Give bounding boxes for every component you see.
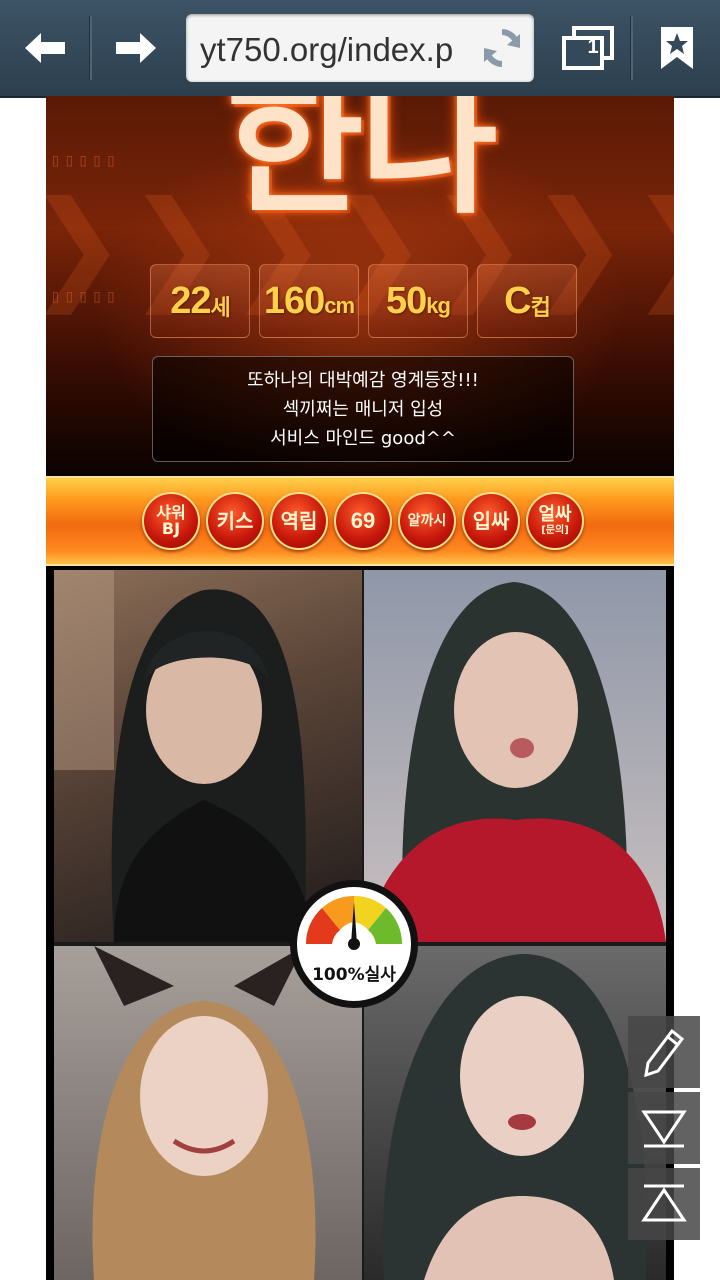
address-bar[interactable]: yt750.org/index.p bbox=[186, 14, 534, 82]
stat-height: 160 cm bbox=[259, 264, 359, 338]
browser-toolbar: yt750.org/index.p 1 bbox=[0, 0, 720, 98]
tab-count: 1 bbox=[587, 36, 599, 58]
stat-cup: C컵 bbox=[477, 264, 577, 338]
service-badge: 얼싸 [문의] bbox=[526, 492, 584, 550]
service-badge: 역립 bbox=[270, 492, 328, 550]
scroll-top-button[interactable] bbox=[628, 1168, 700, 1240]
gauge-label: 100%실사 bbox=[312, 965, 396, 985]
service-badge: 69 bbox=[334, 492, 392, 550]
bookmark-button[interactable] bbox=[634, 0, 720, 96]
stat-age: 22 세 bbox=[150, 264, 250, 338]
service-badge: 입싸 bbox=[462, 492, 520, 550]
gauge-icon bbox=[290, 880, 418, 1008]
reload-icon bbox=[484, 29, 520, 67]
profile-banner: ▯▯▯▯▯ ▯▯▯▯▯ ❯❯❯❯❯❯❯❯ 한나 22세 160cm 50kg C… bbox=[46, 96, 674, 476]
toolbar-divider bbox=[630, 16, 633, 80]
url-text: yt750.org/index.p bbox=[200, 31, 454, 68]
profile-name: 한나 bbox=[225, 96, 498, 235]
profile-description: 또하나의 대박예감 영계등장!!! 섹끼쩌는 매니저 입성 서비스 마인드 go… bbox=[152, 356, 574, 462]
bookmark-star-icon bbox=[661, 27, 693, 69]
service-badge: 키스 bbox=[206, 492, 264, 550]
stat-weight: 50 kg bbox=[368, 264, 468, 338]
description-line: 또하나의 대박예감 영계등장!!! bbox=[247, 370, 479, 391]
scroll-top-icon bbox=[641, 1184, 687, 1222]
write-button[interactable] bbox=[628, 1016, 700, 1088]
page-content: ▯▯▯▯▯ ▯▯▯▯▯ ❯❯❯❯❯❯❯❯ 한나 22세 160cm 50kg C… bbox=[46, 96, 674, 1280]
service-badge: 샤워 BJ bbox=[142, 492, 200, 550]
tabs-button[interactable]: 1 bbox=[548, 0, 628, 96]
scroll-down-button[interactable] bbox=[628, 1092, 700, 1164]
service-badge: 알까시 bbox=[398, 492, 456, 550]
pencil-icon bbox=[644, 1028, 685, 1077]
description-line: 서비스 마인드 good^^ bbox=[270, 428, 456, 449]
reload-button[interactable] bbox=[480, 26, 524, 74]
authenticity-gauge: 100%실사 bbox=[288, 878, 420, 1010]
forward-arrow-icon bbox=[116, 33, 156, 63]
back-button[interactable] bbox=[0, 0, 90, 96]
service-bar: 샤워 BJ 키스 역립 69 알까시 입싸 얼싸 [문의] bbox=[46, 476, 674, 566]
forward-button[interactable] bbox=[92, 0, 180, 96]
stats-row: 22 세 160 cm 50 kg C컵 bbox=[150, 264, 578, 338]
back-arrow-icon bbox=[25, 33, 65, 63]
scroll-down-icon bbox=[641, 1110, 687, 1148]
description-line: 섹끼쩌는 매니저 입성 bbox=[282, 399, 444, 420]
